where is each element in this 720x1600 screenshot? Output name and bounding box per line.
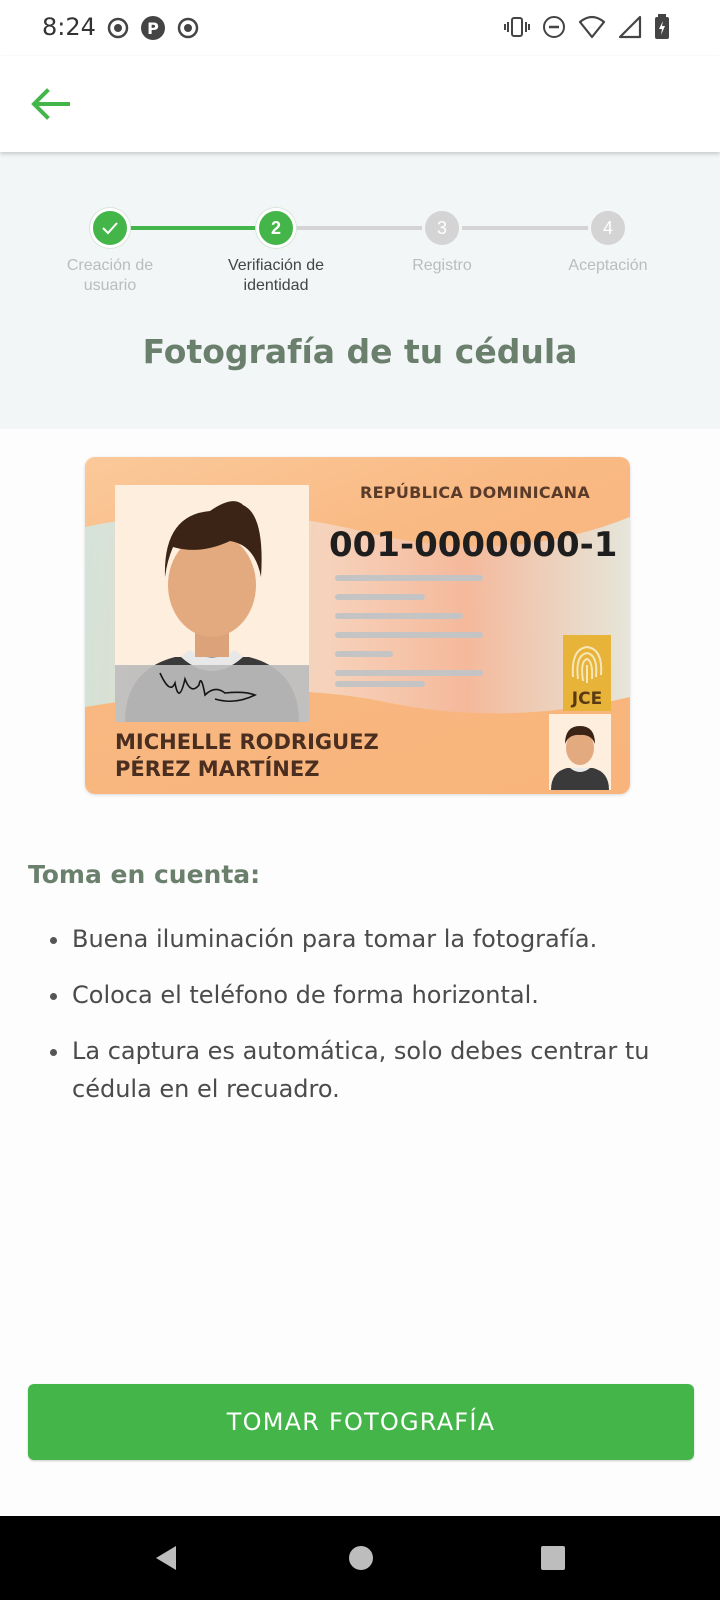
step-4-circle: 4 <box>588 208 628 248</box>
card-mini-portrait <box>549 714 611 790</box>
home-icon <box>349 1546 373 1570</box>
status-system-icons <box>504 12 670 42</box>
jce-label: JCE <box>571 689 603 709</box>
card-country: REPÚBLICA DOMINICANA <box>360 483 591 502</box>
status-time: 8:24 <box>42 13 96 41</box>
step-3-label-line1: Registro <box>412 257 472 274</box>
card-number: 001-0000000-1 <box>329 525 618 565</box>
step-1-label: Creación de usuario <box>35 256 185 296</box>
step-connector-3-4 <box>462 226 596 230</box>
nav-recents-button[interactable] <box>533 1538 573 1578</box>
nav-back-button[interactable] <box>146 1538 186 1578</box>
signature-icon <box>159 672 257 703</box>
step-1-label-line2: usuario <box>83 277 137 294</box>
check-icon <box>102 222 118 235</box>
card-holder-name: MICHELLE RODRIGUEZ PÉREZ MARTÍNEZ <box>115 729 379 783</box>
nav-home-button[interactable] <box>341 1538 381 1578</box>
step-2-label-line1: Verifiación de <box>227 257 325 274</box>
id-card-illustration: REPÚBLICA DOMINICANA 001-0000000-1 JCE M… <box>85 457 630 794</box>
signal-icon <box>618 15 642 39</box>
vibrate-icon <box>504 17 530 37</box>
system-nav-bar <box>0 1516 720 1600</box>
info-bullet: Buena iluminación para tomar la fotograf… <box>50 920 672 958</box>
app-p-icon: P <box>141 16 165 40</box>
fingerprint-icon <box>571 645 603 683</box>
step-connector-1-2 <box>130 226 264 230</box>
status-bar: 8:24 P <box>0 0 720 56</box>
battery-charging-icon <box>655 14 669 39</box>
step-1-label-line1: Creación de <box>66 257 154 274</box>
jce-emblem: JCE <box>563 635 611 711</box>
card-portrait <box>115 485 309 722</box>
step-2-label: Verifiación de identidad <box>201 256 351 296</box>
recents-icon <box>541 1546 565 1570</box>
record-icon <box>177 17 199 39</box>
step-4-label-line1: Aceptación <box>568 257 648 274</box>
card-name-line2: PÉREZ MARTÍNEZ <box>115 757 320 781</box>
person-mini-icon <box>551 726 609 790</box>
record-icon <box>107 17 129 39</box>
card-name-line1: MICHELLE RODRIGUEZ <box>115 730 379 754</box>
svg-text:P: P <box>147 19 159 38</box>
take-photo-button[interactable]: TOMAR FOTOGRAFÍA <box>28 1384 694 1460</box>
step-2-number: 2 <box>270 217 281 238</box>
wifi-icon <box>578 15 606 39</box>
step-1-circle <box>90 208 130 248</box>
step-connector-2-3 <box>296 226 430 230</box>
step-4-number: 4 <box>602 217 613 238</box>
step-4-label: Aceptación <box>533 256 683 276</box>
back-icon <box>156 1546 176 1570</box>
status-notification-icons: P <box>106 14 200 42</box>
info-title: Toma en cuenta: <box>28 860 261 889</box>
back-button[interactable] <box>24 78 76 130</box>
stepper-area: 2 3 4 Creación de usuario Verifiación de… <box>0 152 720 429</box>
dnd-icon <box>543 16 565 38</box>
arrow-left-icon <box>31 88 70 120</box>
step-2-label-line2: identidad <box>243 277 309 294</box>
step-3-number: 3 <box>436 217 447 238</box>
app-bar <box>0 56 720 152</box>
step-2-circle: 2 <box>256 208 296 248</box>
screen-title: Fotografía de tu cédula <box>142 332 578 371</box>
card-signature-strip <box>115 665 309 722</box>
step-3-label: Registro <box>367 256 517 276</box>
card-placeholder-lines <box>335 575 495 700</box>
info-bullet: La captura es automática, solo debes cen… <box>50 1032 672 1108</box>
info-bullet: Coloca el teléfono de forma horizontal. <box>50 976 672 1014</box>
info-bullet-list: Buena iluminación para tomar la fotograf… <box>50 920 672 1126</box>
step-3-circle: 3 <box>422 208 462 248</box>
